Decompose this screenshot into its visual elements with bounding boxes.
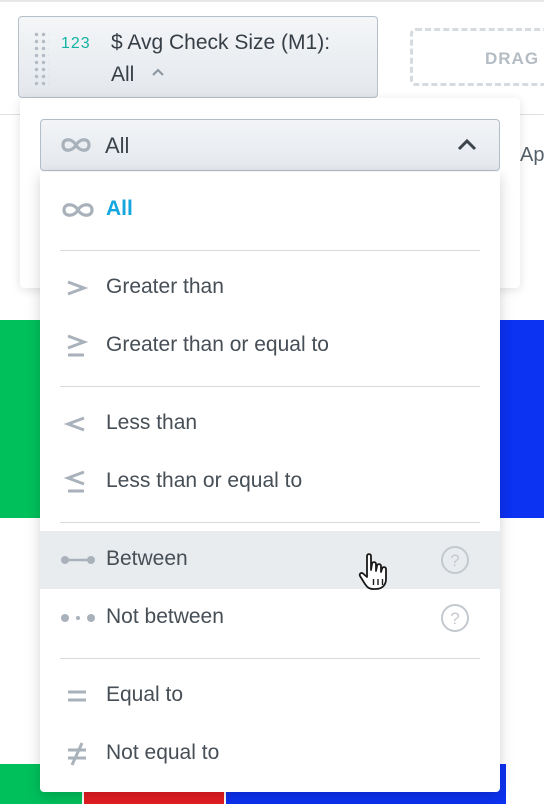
partial-label: Ap — [520, 144, 544, 166]
greater-than-icon — [60, 274, 96, 302]
drag-placeholder-label: DRAG — [485, 49, 540, 68]
help-glyph: ? — [450, 609, 459, 628]
option-label: Less than or equal to — [106, 469, 303, 492]
less-or-equal-icon — [60, 468, 96, 496]
option-greater-than[interactable]: Greater than — [40, 259, 500, 317]
drag-handle-icon[interactable] — [33, 31, 49, 87]
option-label: All — [106, 197, 133, 220]
help-glyph: ? — [450, 551, 459, 570]
option-label: Greater than or equal to — [106, 333, 329, 356]
not-between-icon — [60, 604, 96, 632]
greater-or-equal-icon — [60, 332, 96, 360]
option-not-between[interactable]: Not between ? — [40, 589, 500, 647]
divider — [60, 522, 480, 523]
less-than-icon — [60, 410, 96, 438]
divider — [60, 250, 480, 251]
chevron-up-icon — [151, 65, 165, 80]
condition-select[interactable]: All — [40, 119, 500, 171]
drag-drop-zone[interactable]: DRAG — [410, 28, 544, 86]
help-icon[interactable]: ? — [440, 545, 470, 580]
option-between[interactable]: Between ? — [40, 531, 500, 589]
option-all[interactable]: All — [40, 181, 500, 239]
filter-chip-title: $ Avg Check Size (M1): — [111, 31, 331, 54]
option-label: Not between — [106, 605, 224, 628]
infinity-icon — [59, 134, 93, 161]
help-icon[interactable]: ? — [440, 603, 470, 638]
option-not-equal-to[interactable]: Not equal to — [40, 725, 500, 783]
equal-icon — [60, 682, 96, 710]
divider — [60, 658, 480, 659]
infinity-icon — [60, 196, 96, 224]
option-label: Equal to — [106, 683, 184, 706]
measure-filter-chip[interactable]: 123 $ Avg Check Size (M1): All — [18, 16, 378, 98]
option-label: Not equal to — [106, 741, 220, 764]
option-equal-to[interactable]: Equal to — [40, 667, 500, 725]
option-less-than[interactable]: Less than — [40, 395, 500, 453]
top-border — [0, 0, 544, 2]
numeric-type-badge: 123 — [61, 35, 91, 52]
chart-bar-blue — [500, 320, 544, 518]
option-label: Greater than — [106, 275, 224, 298]
divider — [60, 386, 480, 387]
option-less-or-equal[interactable]: Less than or equal to — [40, 453, 500, 511]
not-equal-icon — [60, 740, 96, 768]
hand-pointer-icon — [358, 552, 392, 597]
chart-bar-green — [0, 320, 40, 518]
chevron-up-icon — [455, 134, 479, 159]
option-greater-or-equal[interactable]: Greater than or equal to — [40, 317, 500, 375]
condition-dropdown: All Greater than Greater than or equal t… — [40, 172, 500, 792]
option-label: Less than — [106, 411, 198, 434]
condition-select-value: All — [105, 133, 130, 158]
option-label: Between — [106, 547, 188, 570]
between-icon — [60, 546, 96, 574]
filter-chip-value: All — [111, 63, 135, 86]
